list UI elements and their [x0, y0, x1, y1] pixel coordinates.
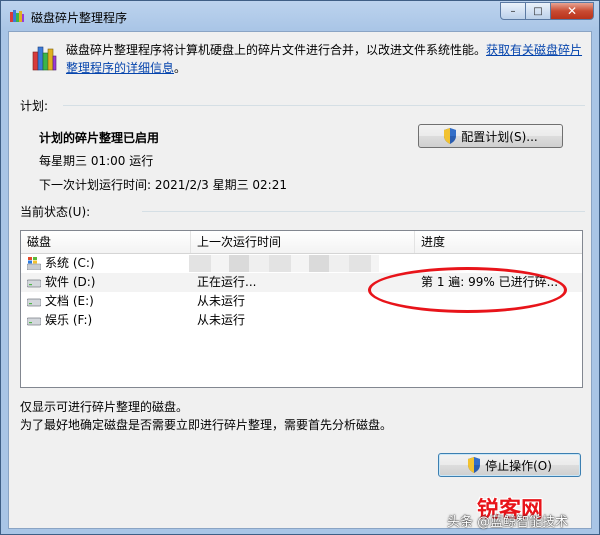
hard-drive-icon	[27, 298, 41, 307]
schedule-frequency: 每星期三 01:00 运行	[39, 154, 154, 168]
uac-shield-icon	[444, 128, 457, 144]
note-analyze-first: 为了最好地确定磁盘是否需要立即进行碎片整理，需要首先分析磁盘。	[20, 418, 393, 432]
column-header-progress[interactable]: 进度	[415, 231, 582, 253]
disk-list-header: 磁盘 上一次运行时间 进度	[21, 231, 582, 254]
schedule-section-label: 计划:	[20, 99, 49, 113]
disk-last-run: 从未运行	[197, 294, 246, 308]
schedule-next-run: 下一次计划运行时间: 2021/2/3 星期三 02:21	[39, 178, 287, 192]
maximize-icon: □	[533, 5, 543, 17]
column-header-last-run[interactable]: 上一次运行时间	[191, 231, 415, 253]
status-section-label: 当前状态(U):	[20, 205, 91, 219]
defrag-app-icon	[10, 10, 24, 22]
intro-period: 。	[174, 61, 187, 75]
status-divider	[142, 211, 585, 212]
schedule-divider	[63, 105, 585, 106]
intro-text: 磁盘碎片整理程序将计算机硬盘上的碎片文件进行合并，以改进文件系统性能。获取有关磁…	[66, 41, 588, 77]
defrag-app-icon	[32, 46, 57, 71]
schedule-status-title: 计划的碎片整理已启用	[39, 131, 160, 145]
stop-operation-label: 停止操作(O)	[485, 458, 552, 473]
windows-drive-icon	[27, 257, 41, 270]
disk-row-f[interactable]: 娱乐 (F:) 从未运行	[21, 311, 582, 330]
disk-row-d[interactable]: 软件 (D:) 正在运行... 第 1 遍: 99% 已进行碎...	[21, 273, 582, 292]
disk-list[interactable]: 磁盘 上一次运行时间 进度 系统 (C:) 软件 (D:) 正在运行... 第 …	[20, 230, 583, 388]
uac-shield-icon	[468, 457, 481, 473]
hard-drive-icon	[27, 279, 41, 288]
watermark: 锐客网 头条 @蓝鲸智能技术	[445, 494, 595, 532]
hard-drive-icon	[27, 317, 41, 326]
disk-name: 软件 (D:)	[45, 275, 96, 289]
window-title: 磁盘碎片整理程序	[31, 11, 128, 25]
disk-last-run: 从未运行	[197, 313, 246, 327]
minimize-button[interactable]: –	[500, 2, 526, 20]
configure-schedule-label: 配置计划(S)...	[461, 129, 538, 144]
stop-operation-button[interactable]: 停止操作(O)	[438, 453, 581, 477]
watermark-text: 头条 @蓝鲸智能技术	[447, 515, 569, 530]
defrag-window: 磁盘碎片整理程序 – □ ✕ 磁盘碎片整理程序将计算机硬盘上的碎片文件进行合并，…	[0, 0, 600, 535]
minimize-icon: –	[510, 5, 516, 17]
configure-schedule-button[interactable]: 配置计划(S)...	[418, 124, 563, 148]
disk-progress: 第 1 遍: 99% 已进行碎...	[421, 275, 559, 289]
client-area: 磁盘碎片整理程序将计算机硬盘上的碎片文件进行合并，以改进文件系统性能。获取有关磁…	[8, 31, 592, 529]
disk-name: 系统 (C:)	[45, 256, 95, 270]
intro-description: 磁盘碎片整理程序将计算机硬盘上的碎片文件进行合并，以改进文件系统性能。	[66, 43, 487, 57]
redacted-region	[189, 255, 379, 272]
title-bar[interactable]: 磁盘碎片整理程序 – □ ✕	[1, 1, 599, 31]
maximize-button[interactable]: □	[526, 2, 551, 20]
disk-name: 文档 (E:)	[45, 294, 94, 308]
window-controls: – □ ✕	[500, 2, 594, 21]
column-header-disk[interactable]: 磁盘	[21, 231, 191, 253]
disk-row-e[interactable]: 文档 (E:) 从未运行	[21, 292, 582, 311]
disk-last-run: 正在运行...	[197, 275, 257, 289]
close-button[interactable]: ✕	[551, 2, 594, 20]
close-icon: ✕	[566, 4, 578, 18]
note-defraggable-disks: 仅显示可进行碎片整理的磁盘。	[20, 400, 189, 414]
disk-row-c[interactable]: 系统 (C:)	[21, 254, 582, 273]
disk-name: 娱乐 (F:)	[45, 313, 93, 327]
